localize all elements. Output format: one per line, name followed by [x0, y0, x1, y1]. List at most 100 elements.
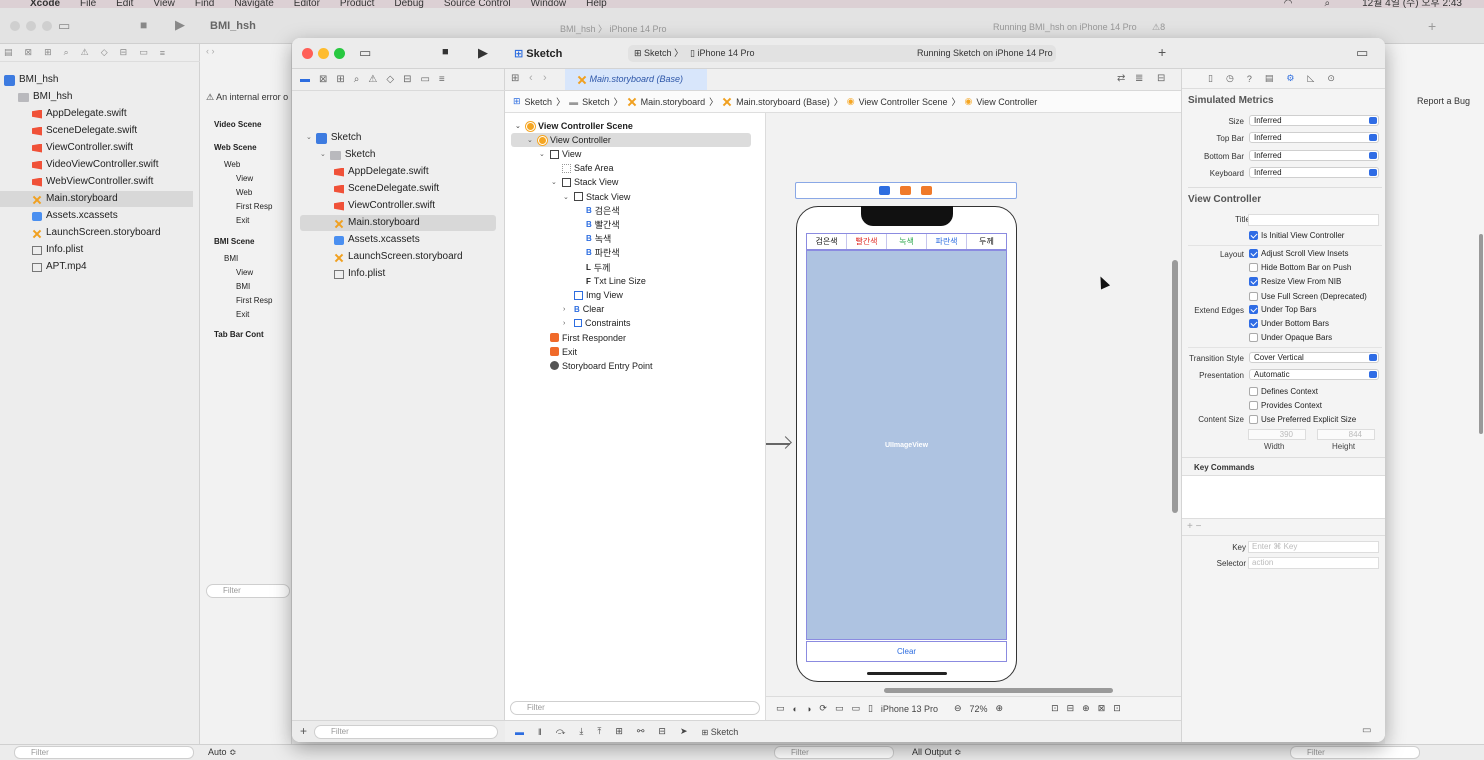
bg-scene-item[interactable]: Video Scene: [214, 119, 261, 131]
zoom-button[interactable]: [334, 48, 345, 59]
test-icon[interactable]: ◇: [386, 74, 394, 85]
forward-icon[interactable]: ›: [543, 72, 547, 84]
outline-item[interactable]: ⌄ View Controller: [511, 133, 751, 148]
use-preferred-size-checkbox[interactable]: Use Preferred Explicit Size: [1249, 415, 1356, 424]
refresh-icon[interactable]: ⇄: [1117, 73, 1125, 84]
memory-graph-icon[interactable]: ⚯: [637, 726, 645, 737]
nav-item[interactable]: SceneDelegate.swift: [300, 181, 496, 197]
nav-item[interactable]: Assets.xcassets: [300, 232, 496, 248]
history-icon[interactable]: ◷: [1226, 73, 1234, 84]
bg-scheme-tab[interactable]: BMI_hsh 〉 iPhone 14 Pro: [560, 22, 667, 35]
menu-xcode[interactable]: Xcode: [30, 0, 60, 8]
layout-icon[interactable]: ▭: [835, 703, 844, 714]
menu-navigate[interactable]: Navigate: [234, 0, 273, 8]
bg-nav-item[interactable]: APT.mp4: [0, 259, 193, 275]
attributes-icon[interactable]: ⚙: [1286, 73, 1294, 84]
scene-dock[interactable]: [795, 182, 1017, 199]
inspector-toggle-icon[interactable]: ▭: [1356, 45, 1368, 61]
color-button[interactable]: 파란색: [927, 234, 967, 249]
jump-item-2[interactable]: Main.storyboard: [641, 97, 706, 107]
device-config-name[interactable]: iPhone 13 Pro: [881, 704, 938, 714]
nav-item[interactable]: ⌄ Sketch: [300, 130, 496, 146]
wifi-icon[interactable]: ◠: [1284, 0, 1293, 8]
menu-help[interactable]: Help: [586, 0, 607, 8]
embed-icon[interactable]: ⊡: [1113, 703, 1121, 714]
hierarchy-icon[interactable]: ⊞: [336, 74, 344, 85]
iphone-frame[interactable]: 검은색 빨간색 녹색 파란색 두께 UIImageView Clear: [796, 206, 1017, 682]
transition-style-select[interactable]: Cover Vertical: [1249, 352, 1379, 363]
jump-item-1[interactable]: Sketch: [582, 97, 610, 107]
close-button[interactable]: [302, 48, 313, 59]
option-checkbox[interactable]: Adjust Scroll View Insets: [1249, 249, 1348, 258]
add-key-command-icon[interactable]: + −: [1187, 521, 1201, 532]
outline-item[interactable]: F Txt Line Size: [511, 274, 751, 288]
step-over-icon[interactable]: ⤼: [556, 726, 566, 737]
doc-outline-toggle-icon[interactable]: ▭: [776, 703, 785, 714]
option-checkbox[interactable]: Use Full Screen (Deprecated): [1249, 291, 1367, 301]
bg-scene-item[interactable]: Tab Bar Cont: [214, 329, 264, 341]
disclosure-chevron-icon[interactable]: ⌄: [527, 136, 535, 144]
width-field[interactable]: 390: [1248, 429, 1306, 440]
color-button[interactable]: 빨간색: [847, 234, 887, 249]
add-icon[interactable]: +: [1158, 44, 1166, 60]
search-icon[interactable]: ⌕: [1324, 0, 1330, 8]
folder-icon[interactable]: ▬: [300, 74, 310, 85]
bg-nav-item[interactable]: Info.plist: [0, 242, 193, 258]
bg-scene-item[interactable]: Exit: [236, 309, 249, 321]
outline-item[interactable]: Storyboard Entry Point: [511, 359, 751, 373]
outline-item[interactable]: L 두께: [511, 260, 751, 274]
bg-bottom-filter[interactable]: Filter: [14, 746, 194, 759]
bg-nav-item[interactable]: Main.storyboard: [0, 191, 193, 207]
run-icon[interactable]: ▶: [478, 45, 488, 61]
metric-select[interactable]: Inferred: [1249, 132, 1379, 144]
bg-report-icon[interactable]: ≡: [160, 48, 165, 58]
bg-scene-item[interactable]: BMI: [224, 253, 238, 265]
bg-scene-item[interactable]: First Resp: [236, 295, 272, 307]
canvas-vertical-scrollbar[interactable]: [1172, 260, 1178, 513]
grid-icon[interactable]: ⊞: [511, 73, 519, 84]
clear-button[interactable]: Clear: [806, 641, 1007, 662]
nav-item[interactable]: LaunchScreen.storyboard: [300, 249, 496, 265]
color-button[interactable]: 검은색: [807, 234, 847, 249]
bg-sidebar-toggle-icon[interactable]: ▭: [58, 18, 70, 34]
title-field[interactable]: [1248, 214, 1379, 226]
option-checkbox[interactable]: Under Opaque Bars: [1249, 333, 1332, 343]
metric-select[interactable]: Inferred: [1249, 149, 1379, 161]
sidebar-toggle-icon[interactable]: ▭: [359, 45, 371, 61]
menu-file[interactable]: File: [80, 0, 96, 8]
selector-field[interactable]: action: [1248, 557, 1379, 569]
outline-item[interactable]: B 검은색: [511, 204, 751, 218]
bg-scene-item[interactable]: BMI Scene: [214, 236, 254, 248]
bg-nav-item[interactable]: SceneDelegate.swift: [0, 123, 193, 139]
is-initial-checkbox[interactable]: Is Initial View Controller: [1249, 231, 1344, 240]
key-commands-list[interactable]: [1182, 475, 1385, 519]
console-toggle-icon[interactable]: ▬: [515, 727, 524, 737]
zoom-level[interactable]: 72%: [970, 704, 988, 714]
breakpoint-icon[interactable]: ▭: [420, 74, 429, 85]
step-out-icon[interactable]: ⤒: [597, 726, 601, 737]
identity-icon[interactable]: ▤: [1265, 73, 1274, 84]
outline-item[interactable]: Safe Area: [511, 161, 751, 175]
bg-xmark-icon[interactable]: ⊠: [25, 47, 33, 58]
outline-item[interactable]: › B Clear: [511, 302, 751, 316]
resolve-icon[interactable]: ⊠: [1098, 703, 1106, 714]
option-checkbox[interactable]: Resize View From NIB: [1249, 277, 1341, 287]
outline-item[interactable]: Img View: [511, 288, 751, 302]
outline-item[interactable]: ⌄ View Controller Scene: [511, 119, 751, 133]
jump-item-5[interactable]: View Controller: [976, 97, 1037, 107]
nav-item[interactable]: AppDelegate.swift: [300, 164, 496, 180]
bg-nav-item[interactable]: BMI_hsh: [0, 89, 193, 105]
file-inspector-icon[interactable]: ▯: [1208, 73, 1213, 84]
option-checkbox[interactable]: Under Bottom Bars: [1249, 319, 1329, 329]
rotate-icon[interactable]: ⟳: [819, 703, 827, 714]
menu-window[interactable]: Window: [531, 0, 567, 8]
jump-item-4[interactable]: View Controller Scene: [859, 97, 948, 107]
menu-find[interactable]: Find: [195, 0, 214, 8]
bg-scene-item[interactable]: First Resp: [236, 201, 272, 213]
option-checkbox[interactable]: Under Top Bars: [1249, 305, 1316, 314]
nav-item[interactable]: ViewController.swift: [300, 198, 496, 214]
all-output-select[interactable]: All Output ≎: [912, 747, 962, 758]
outline-item[interactable]: First Responder: [511, 331, 751, 345]
editor-options-icon[interactable]: ≣: [1135, 73, 1143, 84]
metric-select[interactable]: Inferred: [1249, 166, 1379, 178]
